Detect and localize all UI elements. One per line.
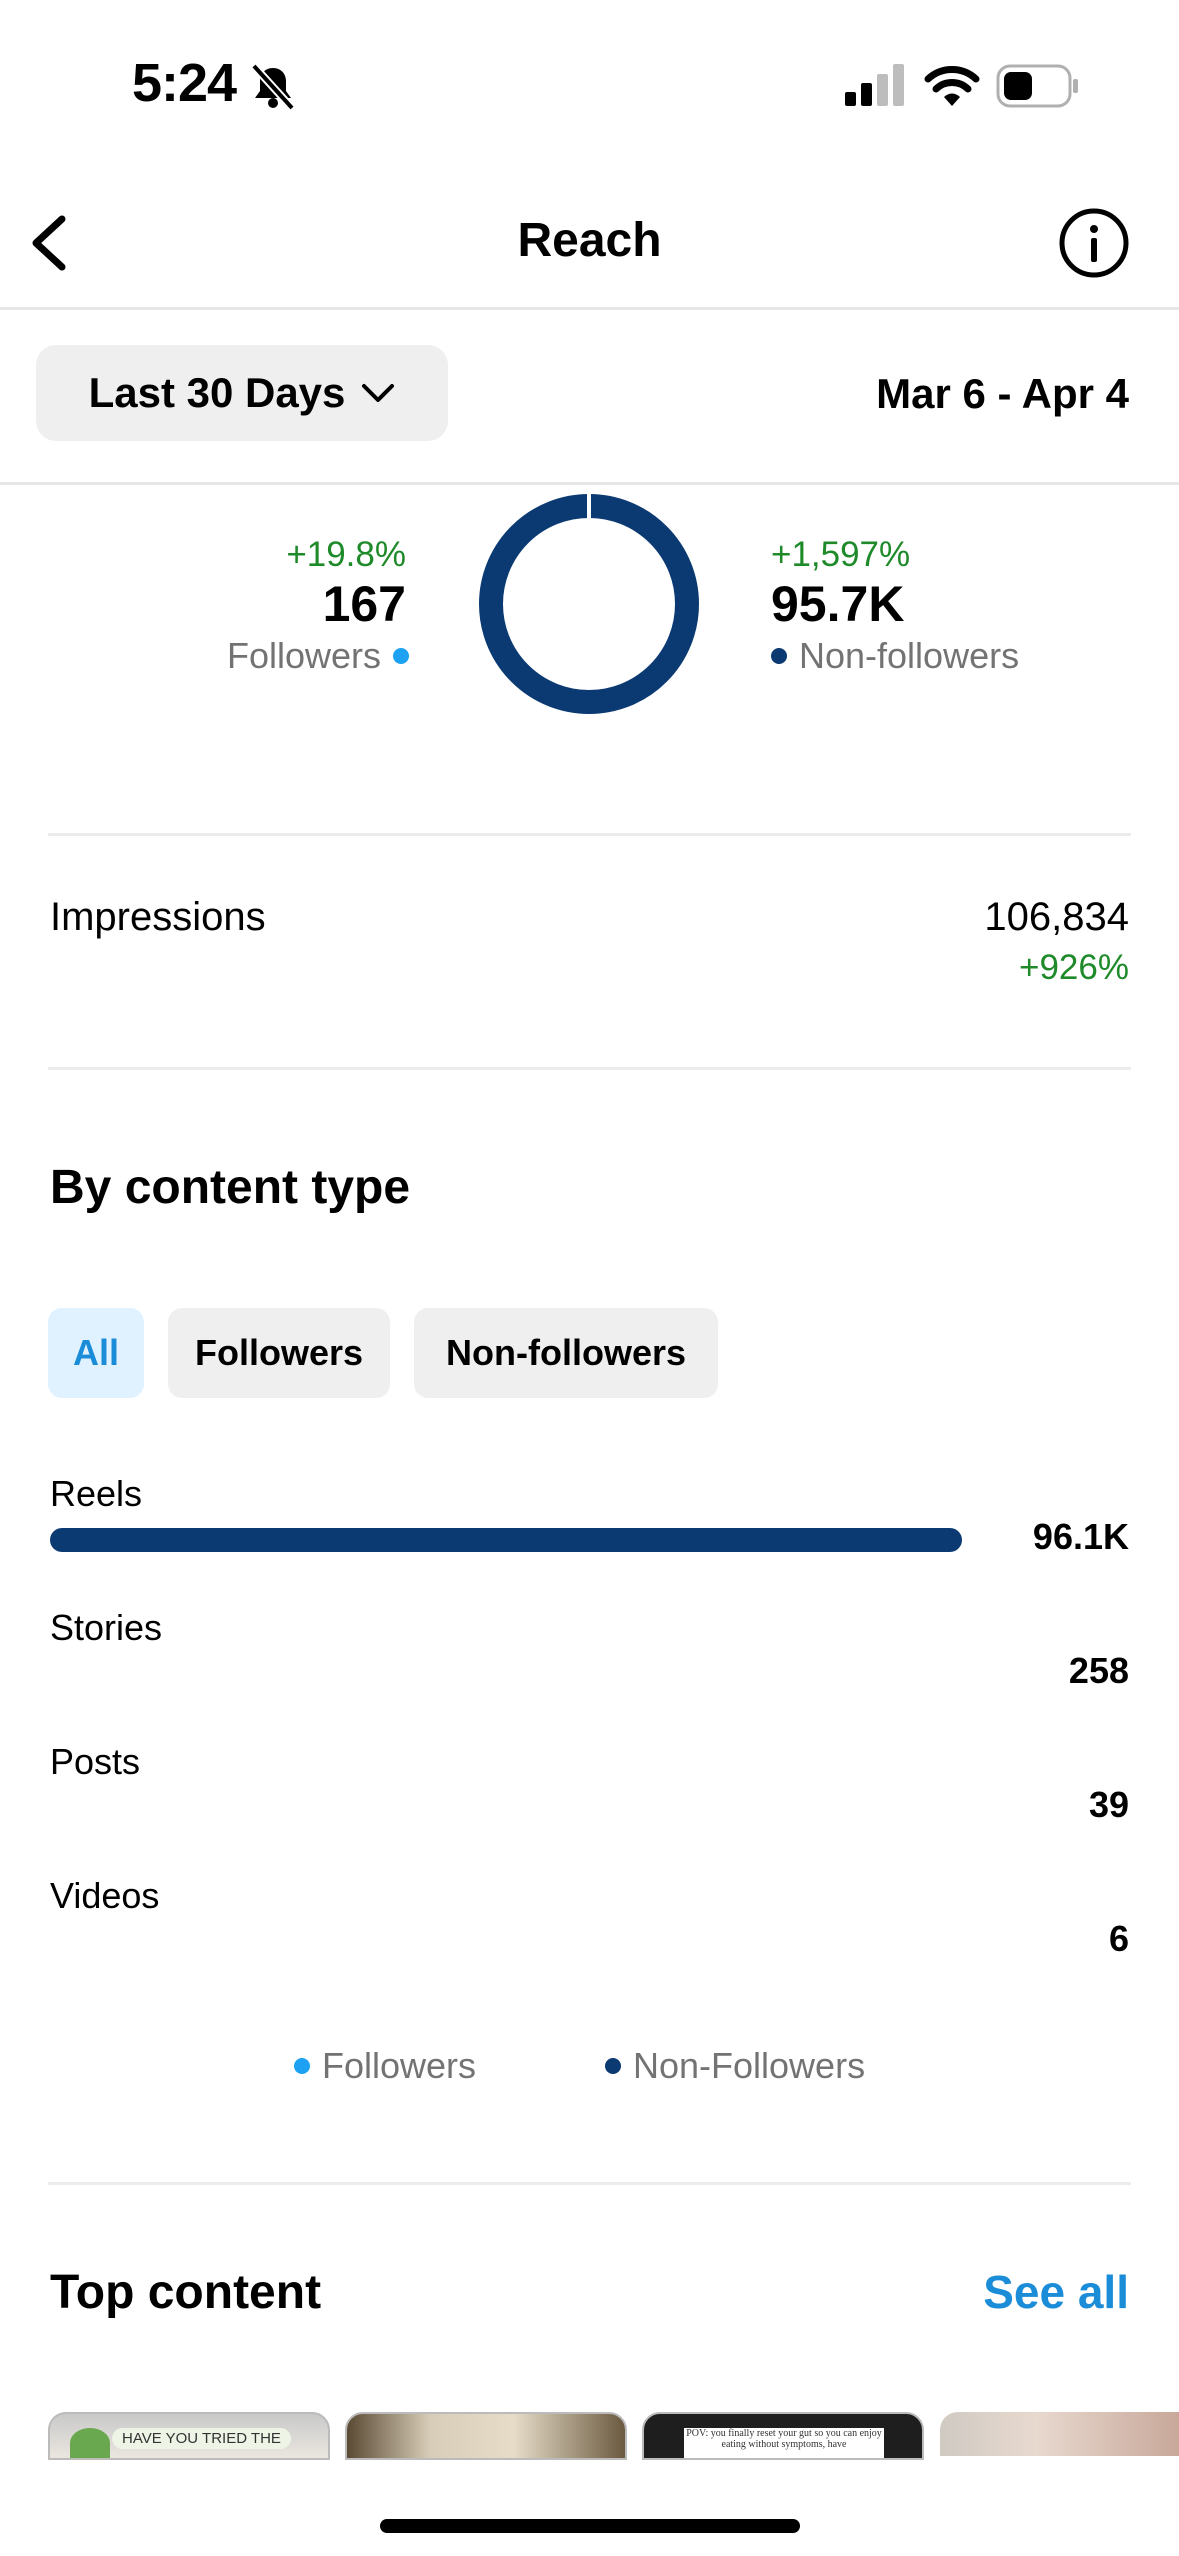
top-content-title: Top content [50, 2266, 322, 2319]
non-followers-dot [771, 648, 787, 664]
content-row-value: 258 [1068, 1650, 1129, 1691]
non-followers-value: 95.7K [771, 576, 905, 632]
impressions-change: +926% [1019, 948, 1129, 987]
non-followers-legend-label: Non-followers [799, 635, 1020, 676]
content-row-label: Stories [50, 1607, 163, 1648]
home-indicator[interactable] [380, 2519, 800, 2533]
cellular-signal-icon [845, 64, 904, 106]
section-divider [48, 2182, 1131, 2185]
top-content-thumb[interactable]: HAVE YOU TRIED THE [48, 2412, 330, 2460]
followers-change: +19.8% [286, 535, 406, 574]
battery-icon [996, 64, 1078, 108]
followers-dot [393, 648, 409, 664]
chip-all[interactable]: All [48, 1308, 144, 1398]
top-content-thumb[interactable] [940, 2412, 1179, 2456]
non-followers-change: +1,597% [771, 535, 911, 574]
info-icon[interactable] [1056, 205, 1132, 281]
content-row-value: 6 [1108, 1918, 1129, 1959]
header-divider [0, 307, 1179, 310]
chip-followers[interactable]: Followers [168, 1308, 390, 1398]
followers-legend: Followers [227, 635, 409, 677]
chip-non-followers[interactable]: Non-followers [414, 1308, 718, 1398]
thumb-caption: HAVE YOU TRIED THE [112, 2428, 291, 2449]
legend-followers-dot [294, 2058, 310, 2074]
page-title: Reach [517, 214, 662, 267]
content-row-label: Videos [50, 1875, 160, 1916]
content-row-label: Reels [50, 1473, 143, 1514]
thumb-caption: POV: you finally reset your gut so you c… [684, 2428, 884, 2458]
top-content-thumb[interactable]: POV: you finally reset your gut so you c… [642, 2412, 924, 2460]
wifi-icon [924, 66, 980, 106]
impressions-value: 106,834 [984, 895, 1129, 939]
top-content-thumb[interactable] [345, 2412, 627, 2460]
legend-followers: Followers [294, 2045, 476, 2087]
legend-followers-label: Followers [322, 2045, 477, 2086]
donut-non-followers-arc [479, 494, 699, 714]
non-followers-legend: Non-followers [771, 635, 1019, 677]
content-row-label: Posts [50, 1741, 141, 1782]
content-row-value: 96.1K [1032, 1516, 1129, 1557]
followers-legend-label: Followers [226, 635, 381, 676]
section-divider [48, 833, 1131, 836]
legend-non-followers-label: Non-Followers [633, 2045, 866, 2086]
status-time: 5:24 [132, 53, 237, 113]
section-divider [48, 1067, 1131, 1070]
legend-non-followers: Non-Followers [605, 2045, 865, 2087]
reels-bar [50, 1528, 962, 1552]
content-row-value: 39 [1088, 1784, 1129, 1825]
content-type-title: By content type [50, 1161, 411, 1214]
see-all-link[interactable]: See all [983, 2265, 1129, 2319]
plant-image [70, 2428, 110, 2458]
filter-divider [0, 482, 1179, 485]
bell-muted-icon [251, 63, 295, 110]
impressions-label: Impressions [50, 895, 266, 939]
followers-value: 167 [322, 576, 406, 632]
chevron-down-icon [362, 384, 395, 402]
legend-non-followers-dot [605, 2058, 621, 2074]
date-range-text: Mar 6 - Apr 4 [876, 370, 1129, 417]
reach-donut-chart [479, 493, 699, 714]
date-range-label: Last 30 Days [88, 369, 346, 416]
date-range-dropdown[interactable]: Last 30 Days [36, 345, 448, 441]
